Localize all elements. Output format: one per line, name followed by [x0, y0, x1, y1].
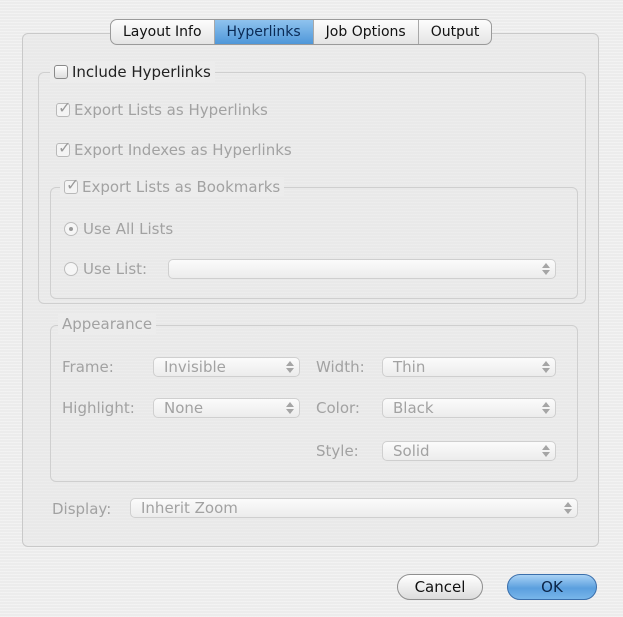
bookmarks-group [50, 187, 578, 299]
tab-bar: Layout Info Hyperlinks Job Options Outpu… [110, 19, 493, 45]
select-arrows-icon [541, 262, 551, 276]
radio-unselected-icon[interactable] [64, 262, 78, 276]
style-value: Solid [393, 442, 430, 460]
checkbox-box-icon[interactable]: ✓ [64, 175, 79, 194]
checkmark-icon: ✓ [66, 175, 80, 194]
tab-hyperlinks[interactable]: Hyperlinks [214, 20, 314, 44]
frame-value: Invisible [164, 358, 226, 376]
include-hyperlinks-checkbox[interactable]: Include Hyperlinks [50, 62, 215, 82]
width-value: Thin [393, 358, 426, 376]
cancel-button[interactable]: Cancel [397, 574, 483, 600]
highlight-label: Highlight: [62, 399, 135, 417]
select-arrows-icon [563, 501, 573, 515]
export-lists-bookmarks-label: Export Lists as Bookmarks [82, 178, 281, 196]
select-arrows-icon [541, 444, 551, 458]
color-label: Color: [316, 399, 360, 417]
include-hyperlinks-label: Include Hyperlinks [72, 63, 211, 81]
highlight-select[interactable]: None [153, 398, 300, 418]
style-label: Style: [316, 442, 359, 460]
color-value: Black [393, 399, 434, 417]
frame-label: Frame: [62, 358, 114, 376]
display-label: Display: [52, 500, 112, 518]
checkbox-box-icon[interactable] [54, 65, 68, 79]
export-lists-hyperlinks-label: Export Lists as Hyperlinks [74, 101, 268, 119]
use-list-radio[interactable]: Use List: [64, 259, 147, 279]
tab-output[interactable]: Output [419, 20, 492, 44]
color-select[interactable]: Black [382, 398, 556, 418]
ok-button[interactable]: OK [507, 574, 597, 600]
export-lists-hyperlinks-checkbox[interactable]: ✓ Export Lists as Hyperlinks [56, 98, 268, 120]
export-indexes-hyperlinks-label: Export Indexes as Hyperlinks [74, 141, 292, 159]
select-arrows-icon [541, 360, 551, 374]
select-arrows-icon [285, 360, 295, 374]
display-select[interactable]: Inherit Zoom [130, 498, 578, 518]
style-select[interactable]: Solid [382, 441, 556, 461]
export-lists-bookmarks-checkbox[interactable]: ✓ Export Lists as Bookmarks [60, 175, 285, 197]
highlight-value: None [164, 399, 204, 417]
select-arrows-icon [285, 401, 295, 415]
use-all-lists-radio[interactable]: Use All Lists [64, 219, 173, 239]
checkbox-box-icon[interactable]: ✓ [56, 98, 71, 117]
frame-select[interactable]: Invisible [153, 357, 300, 377]
use-list-select[interactable] [168, 259, 556, 279]
appearance-legend: Appearance [58, 314, 157, 334]
checkmark-icon: ✓ [58, 138, 72, 157]
tab-job-options[interactable]: Job Options [314, 20, 419, 44]
checkbox-box-icon[interactable]: ✓ [56, 138, 71, 157]
display-value: Inherit Zoom [141, 499, 238, 517]
radio-selected-icon[interactable] [64, 222, 78, 236]
use-list-label: Use List: [83, 260, 148, 278]
width-select[interactable]: Thin [382, 357, 556, 377]
tab-layout-info[interactable]: Layout Info [111, 20, 215, 44]
select-arrows-icon [541, 401, 551, 415]
checkmark-icon: ✓ [58, 98, 72, 117]
use-all-lists-label: Use All Lists [83, 220, 174, 238]
width-label: Width: [316, 358, 365, 376]
export-indexes-hyperlinks-checkbox[interactable]: ✓ Export Indexes as Hyperlinks [56, 138, 292, 160]
